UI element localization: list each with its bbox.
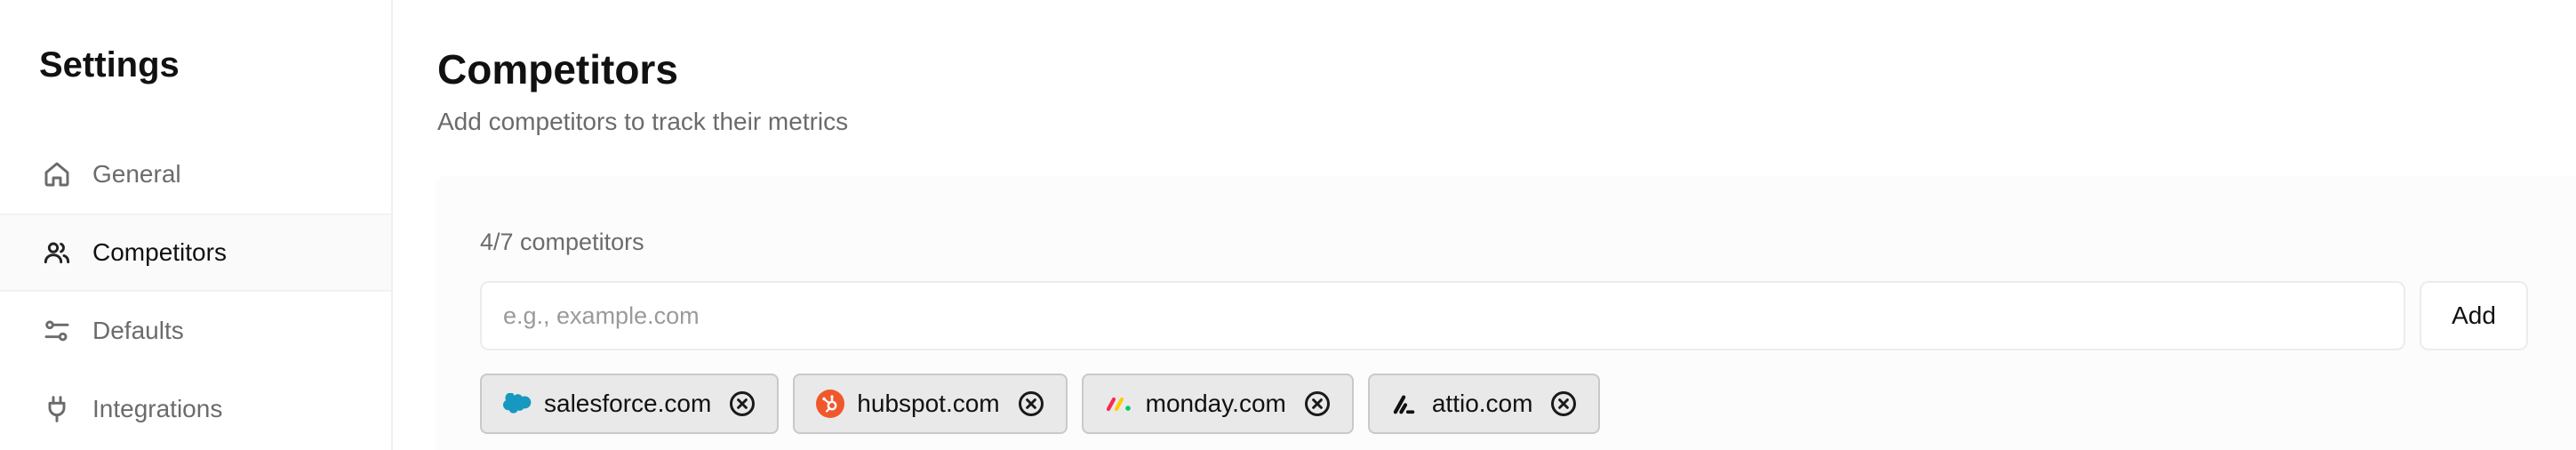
competitor-domain: hubspot.com — [857, 390, 1000, 417]
users-icon — [43, 238, 71, 267]
sidebar-nav: General Competitors Defaults Integration… — [0, 135, 391, 448]
sidebar-item-label: Defaults — [92, 317, 184, 344]
sidebar-item-general[interactable]: General — [0, 135, 391, 213]
attio-logo-icon — [1391, 390, 1420, 418]
sidebar-item-label: General — [92, 160, 181, 188]
competitor-count: 4/7 competitors — [480, 229, 644, 255]
remove-salesforce-button[interactable] — [729, 390, 756, 417]
competitor-domain-input[interactable] — [480, 281, 2405, 350]
competitor-chip-hubspot: hubspot.com — [793, 374, 1068, 434]
home-icon — [43, 160, 71, 189]
sidebar: Settings General Competitors Defaults In… — [0, 0, 393, 450]
settings-app: Settings General Competitors Defaults In… — [0, 0, 2576, 450]
add-competitor-row: Add — [480, 281, 2532, 350]
main-content: Competitors Add competitors to track the… — [393, 0, 2576, 450]
remove-monday-button[interactable] — [1304, 390, 1331, 417]
competitor-domain: salesforce.com — [544, 390, 712, 417]
close-circle-icon — [1304, 391, 1330, 416]
hubspot-logo-icon — [816, 390, 845, 418]
sidebar-item-competitors[interactable]: Competitors — [0, 213, 391, 292]
sidebar-item-label: Integrations — [92, 395, 223, 422]
competitor-domain: monday.com — [1145, 390, 1286, 417]
competitor-chip-list: salesforce.com hubspot.com monday.com at… — [480, 374, 1601, 434]
sidebar-item-integrations[interactable]: Integrations — [0, 370, 391, 448]
sidebar-title: Settings — [39, 45, 180, 84]
competitors-card: 4/7 competitors Add salesforce.com — [436, 176, 2576, 450]
competitor-chip-salesforce: salesforce.com — [480, 374, 780, 434]
page-subtitle: Add competitors to track their metrics — [437, 108, 849, 135]
remove-attio-button[interactable] — [1550, 390, 1577, 417]
plug-icon — [43, 395, 71, 423]
competitor-chip-attio: attio.com — [1367, 374, 1601, 434]
close-circle-icon — [1018, 391, 1044, 416]
competitor-chip-monday: monday.com — [1081, 374, 1354, 434]
salesforce-logo-icon — [503, 390, 532, 418]
add-button[interactable]: Add — [2420, 281, 2528, 350]
sliders-icon — [43, 317, 71, 345]
competitor-domain: attio.com — [1431, 390, 1533, 417]
close-circle-icon — [1551, 391, 1577, 416]
close-circle-icon — [730, 391, 756, 416]
monday-logo-icon — [1105, 390, 1133, 418]
sidebar-item-defaults[interactable]: Defaults — [0, 292, 391, 370]
remove-hubspot-button[interactable] — [1018, 390, 1044, 417]
sidebar-item-label: Competitors — [92, 238, 227, 266]
page-title: Competitors — [437, 46, 678, 92]
